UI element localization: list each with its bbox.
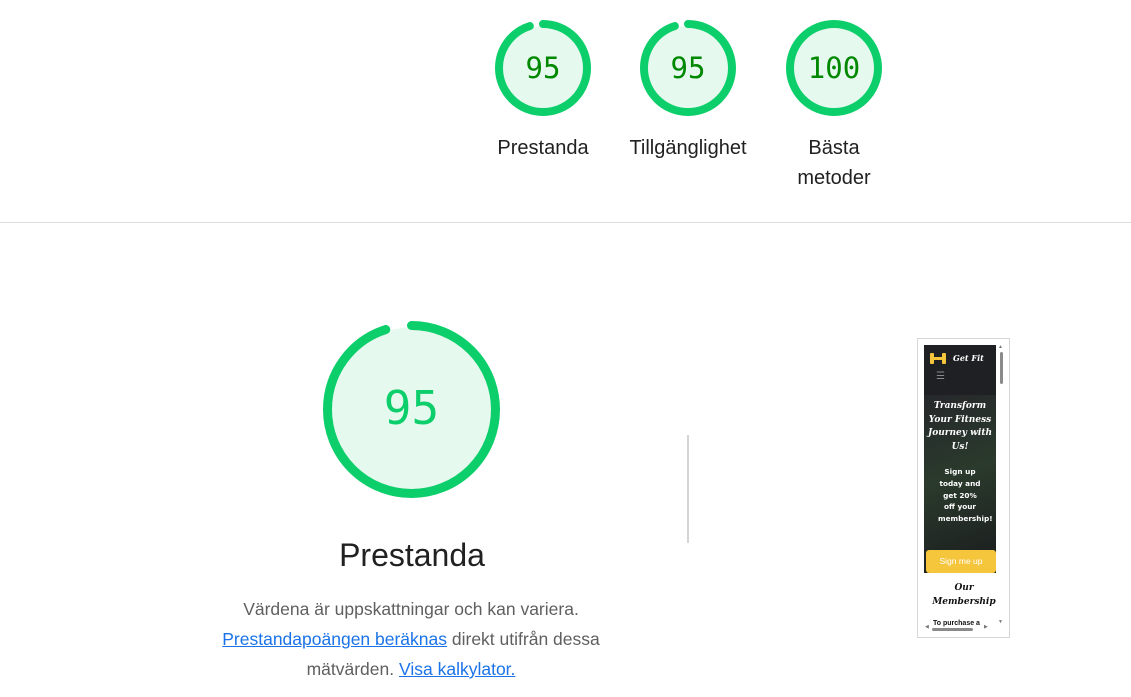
screenshot-navbar: Get Fit [924,345,996,373]
screenshot-hero-title: Transform Your Fitness Journey with Us! [927,401,993,452]
performance-gauge: 95 [321,319,502,500]
vertical-divider [687,435,689,543]
score-gauge-best-practices[interactable]: 100 [786,20,882,116]
screenshot-hero-subtitle: Sign up today and get 20% off your membe… [938,467,993,524]
performance-score: 95 [383,381,440,435]
section-divider [0,222,1131,223]
screenshot-cut-text: To purchase a [933,620,980,627]
dumbbell-icon [930,353,946,364]
screenshot-hero: Transform Your Fitness Journey with Us! … [924,395,996,573]
screenshot-section-title: Our Membership [932,583,996,607]
scroll-down-arrow-icon: ▼ [998,619,1003,625]
hamburger-icon: ☰ [936,371,945,382]
score-label-accessibility[interactable]: Tillgänglighet [613,133,763,163]
vertical-scrollbar-thumb[interactable] [1000,352,1003,384]
description-text: Värdena är uppskattningar och kan varier… [243,599,579,619]
scroll-left-arrow-icon: ◀ [925,624,929,630]
performance-title: Prestanda [339,537,485,573]
screenshot-viewport: Get Fit ☰ Transform Your Fitness Journey… [924,345,996,573]
performance-description: Värdena är uppskattningar och kan varier… [206,594,616,684]
score-gauge-accessibility[interactable]: 95 [640,20,736,116]
screenshot-cta-button: Sign me up [926,550,996,573]
scroll-up-arrow-icon: ▲ [998,344,1003,350]
score-value: 95 [525,51,561,85]
horizontal-scrollbar-thumb[interactable] [932,628,973,631]
calculator-link[interactable]: Visa kalkylator. [399,659,515,679]
scroll-right-arrow-icon: ▶ [984,624,988,630]
score-value: 95 [670,51,706,85]
screenshot-brand: Get Fit [953,353,984,363]
page-screenshot[interactable]: Get Fit ☰ Transform Your Fitness Journey… [917,338,1010,638]
score-label-performance[interactable]: Prestanda [468,133,618,163]
score-label-best-practices[interactable]: Bästa metoder [759,133,909,193]
score-calculation-link[interactable]: Prestandapoängen beräknas [222,629,447,649]
score-value: 100 [807,51,861,85]
score-gauge-performance[interactable]: 95 [495,20,591,116]
